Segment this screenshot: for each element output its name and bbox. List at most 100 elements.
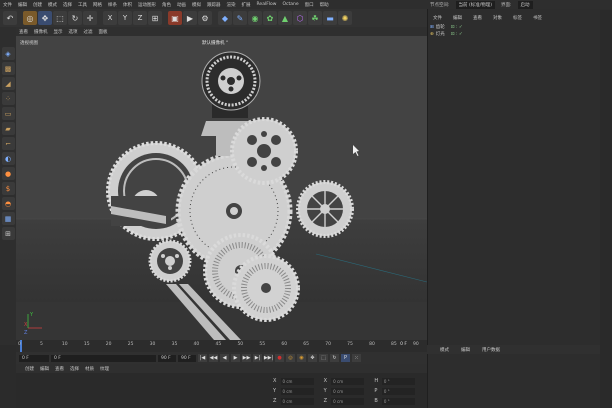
record-icon[interactable]: ●: [275, 354, 284, 362]
parameter-key-icon[interactable]: P: [341, 354, 350, 362]
object-menu-item[interactable]: 查看: [470, 15, 485, 21]
coordinate-system-icon[interactable]: ⊞: [148, 11, 162, 25]
viewport-menu-item[interactable]: 过滤: [81, 29, 96, 35]
menu-item[interactable]: Octane: [279, 2, 301, 7]
position-key-icon[interactable]: ✥: [308, 354, 317, 362]
octane-settings-icon[interactable]: $: [1, 182, 15, 195]
visibility-check[interactable]: ⊡ : ✓: [451, 25, 463, 30]
attribute-menu-item[interactable]: 编辑: [458, 347, 473, 353]
point-level-icon[interactable]: ⁙: [352, 354, 361, 362]
rotation-key-icon[interactable]: ↻: [330, 354, 339, 362]
material-menu-item[interactable]: 查看: [52, 366, 67, 372]
viewport-menu-item[interactable]: 选项: [66, 29, 81, 35]
coordinate-field[interactable]: 0 °: [381, 397, 416, 405]
points-mode-icon[interactable]: ⁘: [1, 92, 15, 105]
coordinate-field[interactable]: 0 cm: [280, 387, 314, 395]
cloner-icon[interactable]: ✿: [263, 11, 277, 25]
texture-mode-icon[interactable]: ▩: [1, 62, 15, 75]
coordinate-field[interactable]: 0 °: [381, 377, 416, 385]
previous-key-button[interactable]: ◀◀: [209, 354, 218, 362]
render-settings-icon[interactable]: ⚙: [198, 11, 212, 25]
snap-icon[interactable]: ◐: [1, 152, 15, 165]
menu-item[interactable]: 网格: [90, 2, 105, 8]
live-select-icon[interactable]: ◎: [23, 11, 37, 25]
axis-mode-icon[interactable]: ⌐: [1, 137, 15, 150]
start-frame-field[interactable]: 0 F: [19, 354, 49, 362]
viewport[interactable]: 透视视图 默认摄像机 ° 网格间距 : 5000 cm: [16, 36, 427, 340]
z-axis-button[interactable]: Z: [133, 11, 147, 25]
menu-item[interactable]: 模拟: [189, 2, 204, 8]
material-menu-item[interactable]: 编辑: [37, 366, 52, 372]
menu-item[interactable]: 样条: [105, 2, 120, 8]
coordinate-field[interactable]: 0 cm: [280, 377, 314, 385]
next-key-button[interactable]: ▶|: [253, 354, 262, 362]
viewport-menu-item[interactable]: 面板: [96, 29, 111, 35]
menu-item[interactable]: 编辑: [15, 2, 30, 8]
scale-icon[interactable]: ⬚: [53, 11, 67, 25]
auto-key-icon[interactable]: ◎: [286, 354, 295, 362]
viewport-menu-item[interactable]: 摄像机: [31, 29, 51, 35]
object-menu-item[interactable]: 书签: [530, 15, 545, 21]
viewport-menu-item[interactable]: 显示: [51, 29, 66, 35]
visibility-check[interactable]: ⊡ : ✓: [451, 32, 463, 37]
polygons-mode-icon[interactable]: ▰: [1, 122, 15, 135]
timeline[interactable]: 0 F 0 5 10 15 20 25 30 35 40 45 50 55 60 65 70 75 80 85 90: [16, 340, 427, 352]
pen-icon[interactable]: ✎: [233, 11, 247, 25]
menu-item[interactable]: 跟踪器: [204, 2, 224, 8]
move-icon[interactable]: ✥: [38, 11, 52, 25]
keyframe-selection-icon[interactable]: ◉: [297, 354, 306, 362]
object-menu-item[interactable]: 对象: [490, 15, 505, 21]
menu-item[interactable]: 动画: [174, 2, 189, 8]
menu-item[interactable]: 创建: [30, 2, 45, 8]
object-menu-item[interactable]: 文件: [430, 15, 445, 21]
material-menu-item[interactable]: 选择: [67, 366, 82, 372]
menu-item[interactable]: 工具: [75, 2, 90, 8]
light-icon[interactable]: ✺: [338, 11, 352, 25]
node-space-dropdown[interactable]: 当前 (标准/物理): [455, 0, 495, 9]
material-menu-item[interactable]: 创建: [22, 366, 37, 372]
layout-dropdown[interactable]: 启动: [517, 0, 533, 9]
play-button[interactable]: ▶: [231, 354, 240, 362]
coordinate-field[interactable]: 0 cm: [331, 387, 365, 395]
transform-icon[interactable]: ✛: [83, 11, 97, 25]
menu-item[interactable]: 扩展: [239, 2, 254, 8]
menu-item[interactable]: 文件: [0, 2, 15, 8]
menu-item[interactable]: 模式: [45, 2, 60, 8]
render-picture-viewer-icon[interactable]: ▶: [183, 11, 197, 25]
viewport-menu-item[interactable]: 查看: [16, 29, 31, 35]
attribute-menu-item[interactable]: 用户数据: [479, 347, 503, 353]
material-menu-item[interactable]: 材质: [82, 366, 97, 372]
locked-workplane-icon[interactable]: ⊞: [1, 227, 15, 240]
scale-key-icon[interactable]: ⬚: [319, 354, 328, 362]
coordinate-field[interactable]: 0 °: [381, 387, 416, 395]
coordinate-field[interactable]: 0 cm: [331, 397, 365, 405]
end-frame-field[interactable]: 90 F: [158, 354, 176, 362]
current-frame-field[interactable]: 0 F: [51, 354, 156, 362]
next-frame-button[interactable]: ▶▶: [242, 354, 251, 362]
menu-item[interactable]: 帮助: [317, 2, 332, 8]
previous-frame-button[interactable]: ◀: [220, 354, 229, 362]
coordinate-field[interactable]: 0 cm: [331, 377, 365, 385]
menu-item[interactable]: 角色: [159, 2, 174, 8]
octane-icon[interactable]: ●: [1, 167, 15, 180]
make-editable-icon[interactable]: ◈: [1, 47, 15, 60]
menu-item[interactable]: 窗口: [302, 2, 317, 8]
menu-item[interactable]: 选择: [60, 2, 75, 8]
object-row[interactable]: ⊞ 齿轮 ⊡ : ✓: [430, 24, 463, 31]
cube-icon[interactable]: ◆: [218, 11, 232, 25]
model-mode-icon[interactable]: ◢: [1, 77, 15, 90]
go-to-start-button[interactable]: |◀: [198, 354, 207, 362]
edges-mode-icon[interactable]: ▭: [1, 107, 15, 120]
coordinate-field[interactable]: 0 cm: [280, 397, 314, 405]
x-axis-button[interactable]: X: [103, 11, 117, 25]
go-to-end-button[interactable]: ▶▶|: [264, 354, 273, 362]
attribute-menu-item[interactable]: 模式: [437, 347, 452, 353]
max-frame-field[interactable]: 90 F: [178, 354, 196, 362]
environment-icon[interactable]: ☘: [308, 11, 322, 25]
field-icon[interactable]: ⬡: [293, 11, 307, 25]
object-menu-item[interactable]: 编辑: [450, 15, 465, 21]
menu-item[interactable]: 体积: [120, 2, 135, 8]
material-menu-item[interactable]: 纹理: [97, 366, 112, 372]
object-menu-item[interactable]: 标签: [510, 15, 525, 21]
menu-item[interactable]: RealFlow: [254, 2, 280, 7]
